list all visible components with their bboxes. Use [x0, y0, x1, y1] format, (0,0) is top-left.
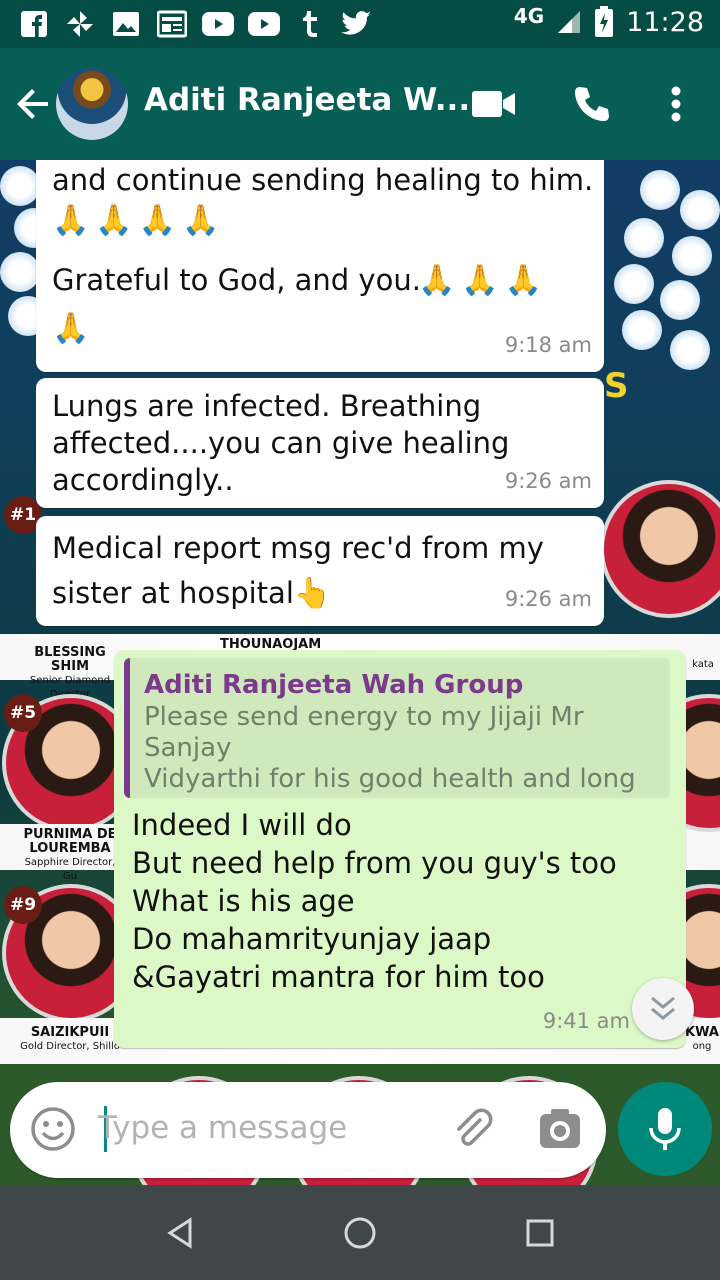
light-bulb	[624, 218, 664, 258]
wallpaper-label: PURNIMA DE LOUREMBA Sapphire Director, Gu	[23, 827, 117, 883]
facebook-icon	[18, 8, 50, 40]
message-text: and continue sending healing to him.	[52, 163, 594, 197]
light-bulb	[640, 170, 680, 210]
attach-icon[interactable]	[450, 1106, 496, 1156]
light-bulb	[672, 236, 712, 276]
mic-icon	[649, 1108, 681, 1150]
clock: 11:28	[626, 6, 704, 38]
network-type: 4G	[513, 4, 545, 28]
group-avatar[interactable]	[56, 68, 128, 140]
pointing-up-emoji: 👆	[293, 576, 332, 611]
chat-area[interactable]: S BLESSING SHIMSenior Diamond Director T…	[0, 160, 720, 1185]
rank-badge: #9	[4, 886, 42, 924]
youtube-icon	[248, 8, 280, 40]
signal-icon	[558, 11, 581, 33]
wallpaper-banner: S	[604, 366, 631, 406]
newspaper-icon	[156, 8, 188, 40]
emoji-icon[interactable]	[30, 1106, 76, 1156]
system-status: 4G 11:28	[513, 4, 704, 38]
twitter-icon	[340, 8, 372, 40]
home-nav-icon[interactable]	[338, 1211, 382, 1255]
mic-button[interactable]	[618, 1082, 712, 1176]
message-text: Indeed I will do But need help from you …	[132, 808, 617, 994]
wallpaper-label: SAIZIKPUII Gold Director, Shillo	[20, 1025, 120, 1053]
outgoing-message[interactable]: Aditi Ranjeeta Wah Group Please send ene…	[114, 650, 686, 1048]
notification-icons	[18, 8, 372, 40]
folded-hands-emoji: 🙏🙏🙏🙏	[52, 203, 226, 238]
video-call-icon[interactable]	[472, 82, 516, 126]
message-time: 9:18 am	[504, 333, 592, 357]
wallpaper-label: kata	[692, 659, 714, 670]
double-chevron-down-icon	[651, 996, 675, 1020]
light-bulb	[614, 264, 654, 304]
phone-icon[interactable]	[570, 82, 614, 126]
profile-photo	[600, 480, 720, 618]
message-time: 9:26 am	[504, 587, 592, 611]
tumblr-icon	[294, 8, 326, 40]
navigation-bar	[0, 1185, 720, 1280]
folded-hands-emoji: 🙏🙏🙏	[418, 263, 549, 298]
incoming-message[interactable]: Medical report msg rec'd from my sister …	[36, 516, 604, 626]
incoming-message[interactable]: Lungs are infected. Breathing affected..…	[36, 378, 604, 508]
gallery-icon	[110, 8, 142, 40]
light-bulb	[670, 330, 710, 370]
scroll-down-button[interactable]	[632, 978, 694, 1040]
quoted-author: Aditi Ranjeeta Wah Group	[144, 670, 524, 700]
pinwheel-icon	[64, 8, 96, 40]
chat-title[interactable]: Aditi Ranjeeta W...	[144, 82, 470, 118]
incoming-message[interactable]: and continue sending healing to him. 🙏🙏🙏…	[36, 160, 604, 372]
message-time: 9:41 am	[542, 1009, 630, 1033]
light-bulb	[0, 166, 40, 206]
back-arrow-icon[interactable]	[14, 84, 54, 124]
quoted-message[interactable]: Aditi Ranjeeta Wah Group Please send ene…	[124, 658, 670, 798]
more-vert-icon[interactable]	[654, 82, 698, 126]
recents-nav-icon[interactable]	[518, 1211, 562, 1255]
light-bulb	[0, 252, 40, 292]
light-bulb	[622, 310, 662, 350]
back-nav-icon[interactable]	[158, 1211, 202, 1255]
camera-icon[interactable]	[538, 1108, 582, 1154]
rank-badge: #5	[4, 694, 42, 732]
youtube-icon	[202, 8, 234, 40]
status-bar: 4G 11:28	[0, 0, 720, 48]
message-time: 9:26 am	[504, 469, 592, 493]
light-bulb	[660, 280, 700, 320]
message-input[interactable]: Type a message	[98, 1110, 347, 1146]
message-text: Grateful to God, and you.	[52, 263, 421, 297]
message-text: Medical report msg rec'd from my sister …	[52, 531, 544, 611]
light-bulb	[680, 190, 720, 230]
chat-header: Aditi Ranjeeta W...	[0, 48, 720, 160]
folded-hands-emoji: 🙏	[52, 311, 90, 346]
message-composer[interactable]: Type a message	[10, 1082, 606, 1178]
message-text: Lungs are infected. Breathing affected..…	[52, 389, 510, 497]
wallpaper-label: KWA ong	[685, 1025, 719, 1053]
quoted-text: Please send energy to my Jijaji Mr Sanja…	[144, 702, 636, 798]
battery-icon	[595, 6, 614, 37]
